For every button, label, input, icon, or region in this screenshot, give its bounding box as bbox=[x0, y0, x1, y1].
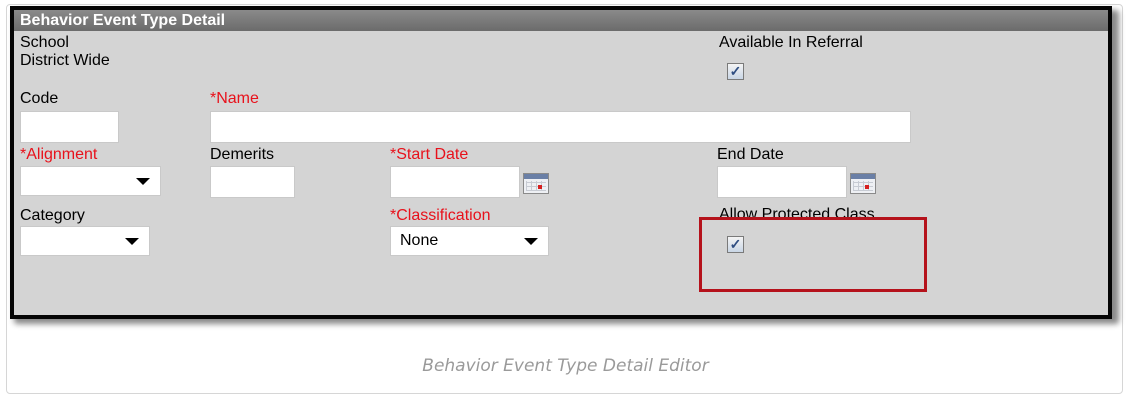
code-label: Code bbox=[20, 90, 59, 107]
start-date-input[interactable] bbox=[390, 166, 520, 198]
end-date-input[interactable] bbox=[717, 166, 847, 198]
behavior-event-type-detail-panel: Behavior Event Type Detail School Distri… bbox=[10, 6, 1112, 319]
available-in-referral-label: Available In Referral bbox=[719, 34, 863, 51]
classification-select[interactable]: None bbox=[390, 226, 549, 256]
calendar-icon[interactable] bbox=[523, 173, 549, 194]
district-wide-label: District Wide bbox=[20, 52, 110, 69]
panel-title: Behavior Event Type Detail bbox=[14, 10, 1108, 31]
image-caption: Behavior Event Type Detail Editor bbox=[422, 356, 709, 376]
name-label: *Name bbox=[210, 90, 259, 107]
available-in-referral-checkbox[interactable]: ✓ bbox=[727, 63, 744, 80]
chevron-down-icon bbox=[136, 178, 150, 185]
demerits-label: Demerits bbox=[210, 146, 275, 163]
chevron-down-icon bbox=[524, 238, 538, 245]
alignment-select[interactable] bbox=[20, 166, 161, 196]
demerits-input[interactable] bbox=[210, 166, 295, 198]
school-label: School bbox=[20, 34, 69, 51]
classification-label: *Classification bbox=[390, 207, 491, 224]
end-date-label: End Date bbox=[717, 146, 784, 163]
calendar-icon[interactable] bbox=[850, 173, 876, 194]
start-date-label: *Start Date bbox=[390, 146, 469, 163]
chevron-down-icon bbox=[125, 238, 139, 245]
code-input[interactable] bbox=[20, 111, 119, 143]
name-input[interactable] bbox=[210, 111, 911, 143]
category-select[interactable] bbox=[20, 226, 150, 256]
classification-selected-value: None bbox=[400, 232, 439, 249]
highlight-annotation-box bbox=[699, 217, 927, 292]
category-label: Category bbox=[20, 207, 85, 224]
alignment-label: *Alignment bbox=[20, 146, 98, 163]
